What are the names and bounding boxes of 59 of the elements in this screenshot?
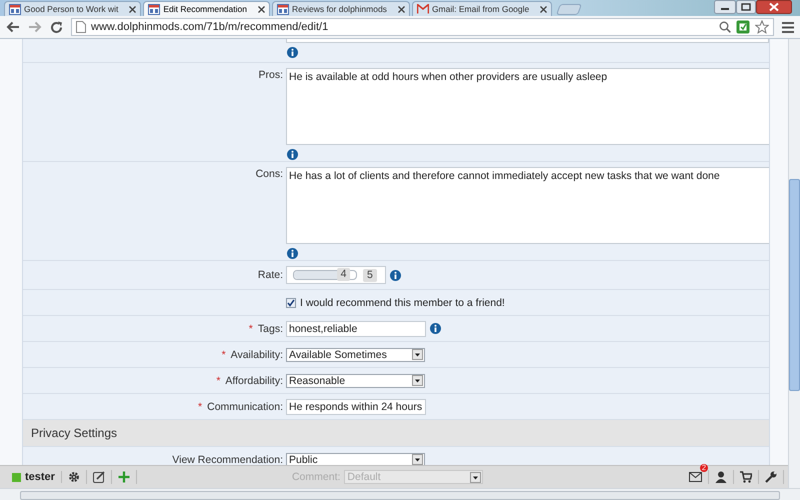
required-marker: * xyxy=(222,348,226,360)
browser-tab[interactable]: Reviews for dolphinmods xyxy=(272,1,410,16)
cart-icon[interactable] xyxy=(740,471,752,483)
mail-icon xyxy=(416,4,429,14)
slider-value: 4 xyxy=(336,268,351,281)
address-bar[interactable]: www.dolphinmods.com/71b/m/recommend/edit/1 xyxy=(71,18,774,36)
url-text: www.dolphinmods.com/71b/m/recommend/edit/1 xyxy=(91,21,328,33)
back-icon[interactable] xyxy=(6,21,20,33)
checkbox[interactable] xyxy=(286,298,296,308)
required-marker: * xyxy=(198,400,202,412)
field-label: Tags: xyxy=(258,322,283,334)
extension-icon[interactable] xyxy=(736,20,750,34)
star-icon[interactable] xyxy=(755,20,769,34)
required-marker: * xyxy=(216,374,220,386)
dropdown[interactable]: Reasonable xyxy=(286,374,425,388)
vertical-scrollbar[interactable] xyxy=(788,39,800,488)
field-label: Pros: xyxy=(258,69,283,81)
field-label: Affordability: xyxy=(225,374,283,386)
checkbox-label: I would recommend this member to a friend! xyxy=(300,296,505,308)
field-label: Communication: xyxy=(207,400,283,412)
reload-icon[interactable] xyxy=(50,20,63,34)
page-icon xyxy=(76,21,86,33)
dropdown[interactable]: Available Sometimes xyxy=(286,348,425,362)
mail-icon[interactable] xyxy=(689,472,702,482)
close-icon[interactable] xyxy=(756,0,792,14)
settings-icon[interactable] xyxy=(68,471,80,483)
text-area[interactable]: He is available at odd hours when other providers are usually asleep xyxy=(286,68,769,145)
status-square-icon xyxy=(12,472,21,482)
scroll-thumb[interactable] xyxy=(789,179,800,391)
text-field[interactable]: honest,reliable xyxy=(286,320,426,336)
scroll-thumb[interactable] xyxy=(20,491,780,500)
field-label: View Recommendation: xyxy=(172,454,283,465)
required-marker: * xyxy=(248,322,253,334)
person-icon[interactable] xyxy=(715,471,727,483)
field-label: Cons: xyxy=(256,168,283,180)
slider-max: 5 xyxy=(363,268,377,282)
add-icon[interactable] xyxy=(118,471,130,483)
wrench-icon[interactable] xyxy=(765,471,777,483)
field-label: Availability: xyxy=(230,348,283,360)
edit-icon[interactable] xyxy=(92,471,105,483)
close-icon[interactable] xyxy=(540,6,548,12)
menu-icon[interactable] xyxy=(782,22,794,32)
close-icon[interactable] xyxy=(398,6,405,12)
text-field[interactable]: He responds within 24 hours xyxy=(286,398,426,414)
browser-tab[interactable]: Edit Recommendation xyxy=(143,1,270,16)
close-icon[interactable] xyxy=(258,6,265,12)
browser-tab[interactable]: Good Person to Work wit xyxy=(4,1,142,16)
horizontal-scrollbar[interactable] xyxy=(0,488,800,500)
dropdown[interactable]: Public xyxy=(286,452,425,465)
rating-slider[interactable]: 4 5 xyxy=(286,266,386,284)
section-title: Privacy Settings xyxy=(31,426,118,440)
user-menu[interactable]: tester xyxy=(12,471,62,483)
field-label: Rate: xyxy=(258,269,283,281)
text-area[interactable]: He has a lot of clients and therefore cannot immediately accept new tasks that we want done xyxy=(286,167,769,244)
zoom-icon[interactable] xyxy=(719,21,731,33)
minimize-icon[interactable] xyxy=(714,0,736,14)
close-icon[interactable] xyxy=(129,6,136,12)
maximize-icon[interactable] xyxy=(736,0,756,14)
browser-tab[interactable]: Gmail: Email from Google xyxy=(412,1,552,16)
